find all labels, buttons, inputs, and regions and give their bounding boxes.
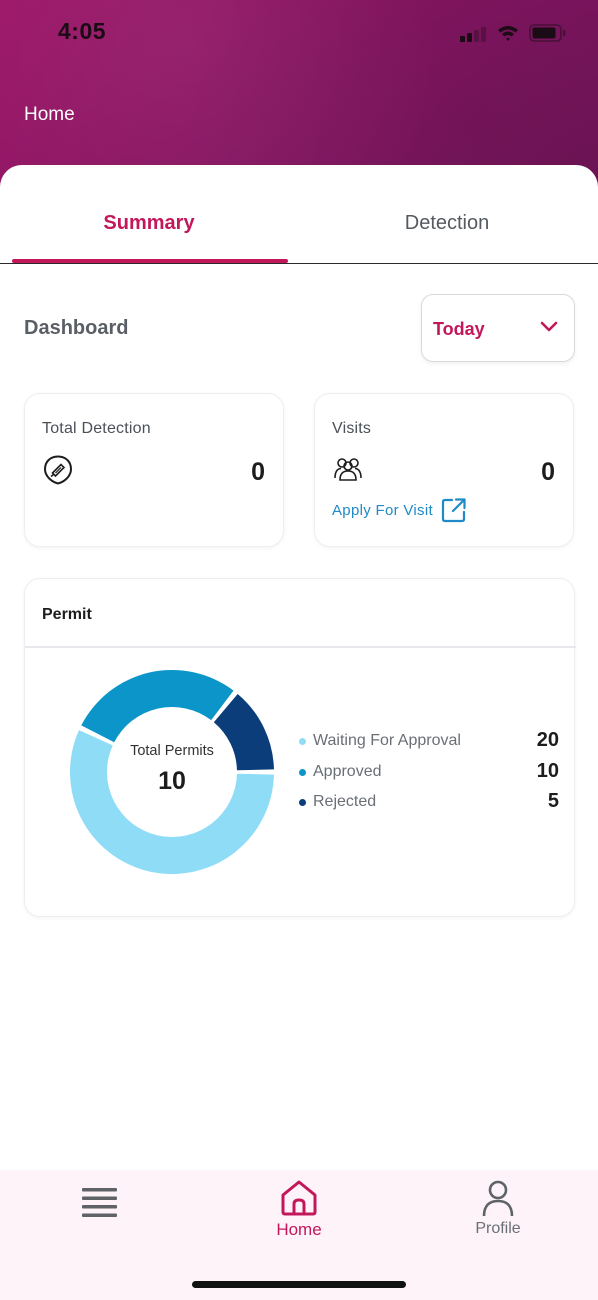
detection-shield-icon	[43, 455, 73, 485]
wifi-icon	[498, 26, 518, 41]
chevron-down-icon	[540, 321, 558, 332]
tab-summary[interactable]: Summary	[0, 212, 298, 235]
legend-item-approved: Approved 10	[299, 760, 561, 791]
legend-dot	[299, 738, 306, 745]
external-link-icon	[441, 498, 466, 523]
tab-bar: Summary Detection	[0, 190, 598, 264]
cellular-signal-icon	[460, 26, 488, 42]
battery-icon	[529, 24, 566, 42]
visits-card[interactable]: Visits 0 Apply For Visit	[314, 393, 574, 547]
visits-value: 0	[541, 458, 555, 486]
total-permits-label: Total Permits	[130, 743, 214, 759]
legend-label: Rejected	[313, 793, 377, 810]
donut-slice-approved	[81, 670, 234, 743]
legend-dot	[299, 799, 306, 806]
active-tab-indicator	[12, 259, 288, 263]
apply-for-visit-label: Apply For Visit	[332, 501, 433, 519]
total-detection-label: Total Detection	[42, 420, 151, 437]
permit-card: Permit Total Permits 10 Waiting For Appr…	[24, 578, 576, 917]
legend-value: 10	[536, 759, 559, 782]
status-bar: 4:05	[0, 0, 598, 66]
permit-legend: Waiting For Approval 20 Approved 10 Reje…	[299, 729, 561, 821]
menu-icon	[82, 1188, 117, 1217]
dashboard-label: Dashboard	[24, 317, 129, 339]
legend-dot	[299, 768, 306, 776]
legend-label: Waiting For Approval	[313, 732, 461, 749]
apply-for-visit-link[interactable]: Apply For Visit	[332, 497, 467, 523]
divider	[25, 646, 576, 648]
total-detection-card[interactable]: Total Detection 0	[24, 393, 284, 547]
nav-home[interactable]: Home	[239, 1178, 359, 1240]
group-people-icon	[334, 458, 362, 481]
status-time: 4:05	[58, 18, 107, 44]
nav-profile-label: Profile	[475, 1220, 521, 1237]
total-detection-value: 0	[251, 458, 265, 486]
period-dropdown[interactable]: Today	[421, 294, 575, 362]
legend-label: Approved	[313, 762, 382, 780]
tab-detection[interactable]: Detection	[298, 212, 596, 235]
period-value: Today	[433, 319, 485, 339]
nav-profile[interactable]: Profile	[438, 1178, 558, 1238]
legend-value: 20	[536, 729, 559, 751]
nav-menu[interactable]	[40, 1178, 160, 1222]
home-indicator	[192, 1281, 406, 1288]
profile-icon	[482, 1180, 514, 1217]
visits-label: Visits	[332, 420, 372, 437]
permit-title: Permit	[42, 606, 92, 623]
nav-home-label: Home	[276, 1220, 322, 1239]
page-title: Home	[24, 104, 75, 125]
legend-item-waiting: Waiting For Approval 20	[299, 729, 561, 760]
legend-item-rejected: Rejected 5	[299, 790, 561, 821]
legend-value: 5	[547, 790, 559, 812]
home-icon	[281, 1180, 317, 1216]
total-permits-value: 10	[158, 767, 186, 795]
